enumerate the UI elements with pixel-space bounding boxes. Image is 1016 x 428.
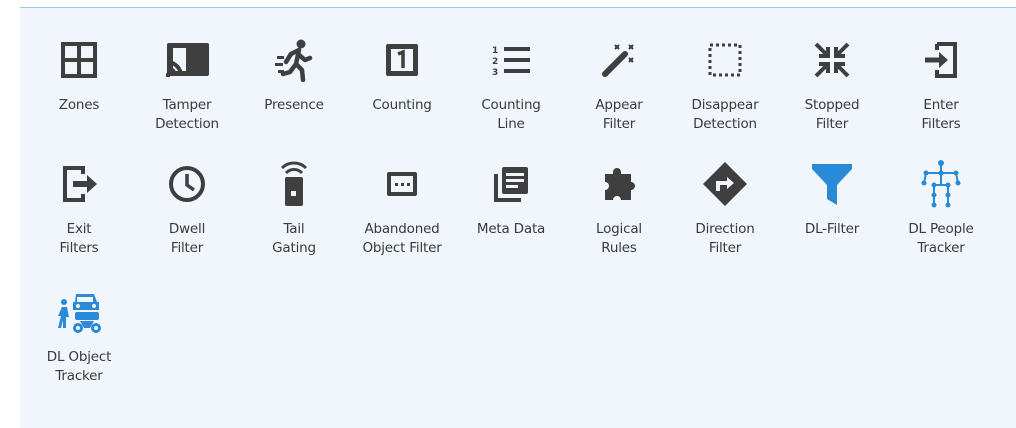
tool-label: Counting <box>372 97 432 113</box>
tool-label: Tamper Detection <box>155 97 219 132</box>
svg-text:2: 2 <box>492 57 498 67</box>
cast-icon <box>161 36 213 84</box>
tool-label: Presence <box>264 97 324 113</box>
tool-label: Logical Rules <box>596 221 642 256</box>
logout-icon <box>53 160 105 208</box>
tool-dwell-filter[interactable]: Dwell Filter <box>134 160 240 278</box>
tool-label: Abandoned Object Filter <box>362 221 442 256</box>
dotted-square-icon <box>699 36 751 84</box>
tool-logical-rules[interactable]: Logical Rules <box>566 160 672 278</box>
tool-stopped-filter[interactable]: Stopped Filter <box>779 36 885 154</box>
tool-counting[interactable]: Counting <box>349 36 455 154</box>
tool-disappear-detection[interactable]: Disappear Detection <box>672 36 778 154</box>
tool-label: Exit Filters <box>59 221 99 256</box>
counter-one-icon <box>376 36 428 84</box>
tool-label: Appear Filter <box>595 97 643 132</box>
tool-zones[interactable]: Zones <box>26 36 132 154</box>
tool-dl-filter[interactable]: DL-Filter <box>779 160 885 278</box>
tool-label: Direction Filter <box>695 221 755 256</box>
dotted-box-icon <box>376 160 428 208</box>
tool-tamper-detection[interactable]: Tamper Detection <box>134 36 240 154</box>
tool-label: Dwell Filter <box>168 221 206 256</box>
direction-sign-icon <box>699 160 751 208</box>
tool-dl-people-tracker[interactable]: DL People Tracker <box>888 160 994 278</box>
tool-meta-data[interactable]: Meta Data <box>458 160 564 278</box>
tool-appear-filter[interactable]: Appear Filter <box>566 36 672 154</box>
tool-label: Meta Data <box>476 221 546 237</box>
tool-label: Disappear Detection <box>691 97 759 132</box>
tool-label: Counting Line <box>481 97 541 132</box>
magic-wand-icon <box>593 36 645 84</box>
wireless-badge-icon <box>268 160 320 208</box>
funnel-icon <box>806 160 858 208</box>
tool-tail-gating[interactable]: Tail Gating <box>241 160 347 278</box>
svg-text:3: 3 <box>492 68 498 78</box>
login-icon <box>915 36 967 84</box>
tool-label: Zones <box>58 97 100 113</box>
object-tracker-icon <box>53 288 105 336</box>
tool-label: Tail Gating <box>272 221 316 256</box>
tool-dl-object-tracker[interactable]: DL Object Tracker <box>26 288 132 406</box>
skeleton-tracker-icon <box>915 160 967 208</box>
svg-text:1: 1 <box>492 46 498 56</box>
collapse-arrows-icon <box>806 36 858 84</box>
tool-presence[interactable]: Presence <box>241 36 347 154</box>
tool-label: DL-Filter <box>804 221 860 237</box>
library-books-icon <box>485 160 537 208</box>
tool-label: Enter Filters <box>921 97 961 132</box>
tool-abandoned-object-filter[interactable]: Abandoned Object Filter <box>349 160 455 278</box>
tool-enter-filters[interactable]: Enter Filters <box>888 36 994 154</box>
grid-icon <box>53 36 105 84</box>
tool-label: DL People Tracker <box>908 221 974 256</box>
running-person-icon <box>268 36 320 84</box>
tool-panel: Zones Tamper Detection Presence Counting… <box>20 7 1016 428</box>
tool-exit-filters[interactable]: Exit Filters <box>26 160 132 278</box>
tool-counting-line[interactable]: 123 Counting Line <box>458 36 564 154</box>
numbered-list-icon: 123 <box>485 36 537 84</box>
tool-label: Stopped Filter <box>804 97 860 132</box>
puzzle-icon <box>593 160 645 208</box>
clock-icon <box>161 160 213 208</box>
tool-label: DL Object Tracker <box>46 349 112 384</box>
tool-direction-filter[interactable]: Direction Filter <box>672 160 778 278</box>
